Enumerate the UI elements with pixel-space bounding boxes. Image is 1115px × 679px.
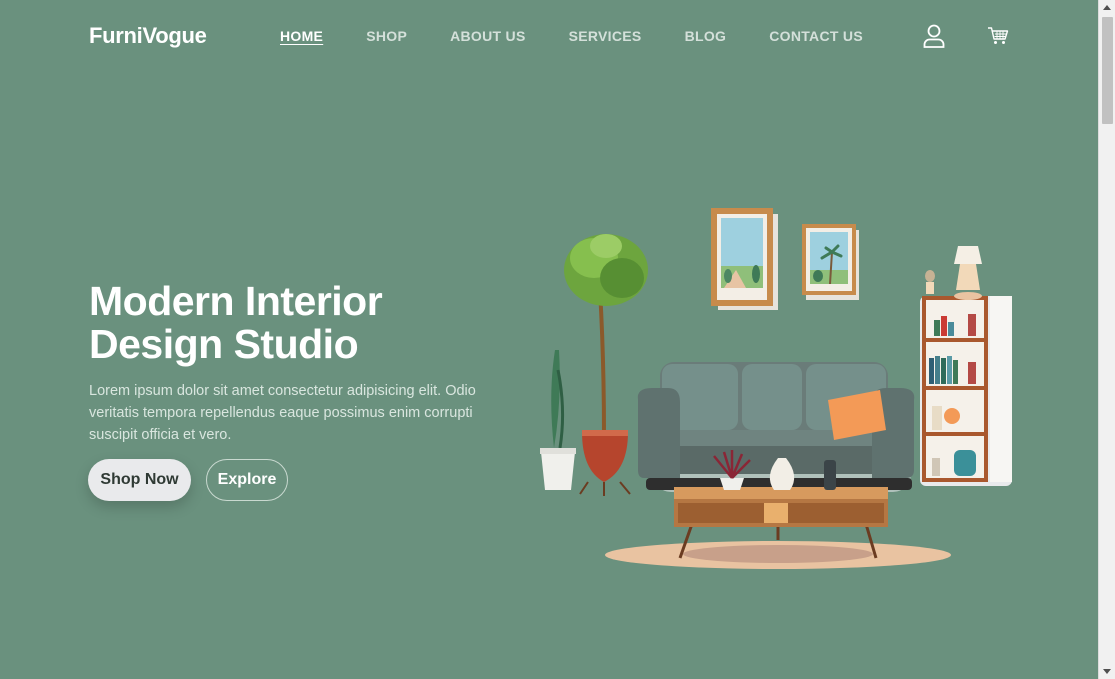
brand-logo[interactable]: FurniVogue (89, 23, 207, 49)
hero-buttons: Shop Now Explore (88, 459, 288, 501)
scroll-thumb[interactable] (1102, 17, 1113, 124)
page: FurniVogue HOME SHOP ABOUT US SERVICES B… (0, 0, 1098, 679)
shop-now-button[interactable]: Shop Now (88, 459, 191, 501)
wall-picture-large (711, 208, 778, 310)
hero-title-line-1: Modern Interior (89, 278, 383, 324)
nav-link-services[interactable]: SERVICES (569, 28, 642, 44)
user-icon[interactable] (921, 23, 947, 49)
main-menu: HOME SHOP ABOUT US SERVICES BLOG CONTACT… (280, 28, 906, 44)
nav-link-blog[interactable]: BLOG (685, 28, 727, 44)
hero-title: Modern Interior Design Studio (89, 280, 509, 366)
top-navigation: FurniVogue HOME SHOP ABOUT US SERVICES B… (0, 0, 1098, 72)
wall-picture-small (802, 224, 859, 300)
living-room-illustration (540, 208, 1012, 569)
explore-button[interactable]: Explore (206, 459, 288, 501)
nav-link-contact-us[interactable]: CONTACT US (769, 28, 863, 44)
nav-icons (921, 23, 1009, 49)
scroll-up-icon[interactable] (1103, 5, 1111, 10)
hero-description: Lorem ipsum dolor sit amet consectetur a… (89, 383, 476, 443)
nav-link-about-us[interactable]: ABOUT US (450, 28, 526, 44)
potted-plant-small (540, 350, 576, 490)
scroll-down-icon[interactable] (1103, 669, 1111, 674)
nav-link-shop[interactable]: SHOP (366, 28, 407, 44)
potted-tree (564, 234, 648, 496)
hero-title-line-2: Design Studio (89, 321, 359, 367)
nav-link-home[interactable]: HOME (280, 28, 323, 44)
cart-icon[interactable] (987, 25, 1009, 47)
bookshelf (920, 246, 1012, 486)
page-scrollbar[interactable] (1098, 0, 1115, 679)
